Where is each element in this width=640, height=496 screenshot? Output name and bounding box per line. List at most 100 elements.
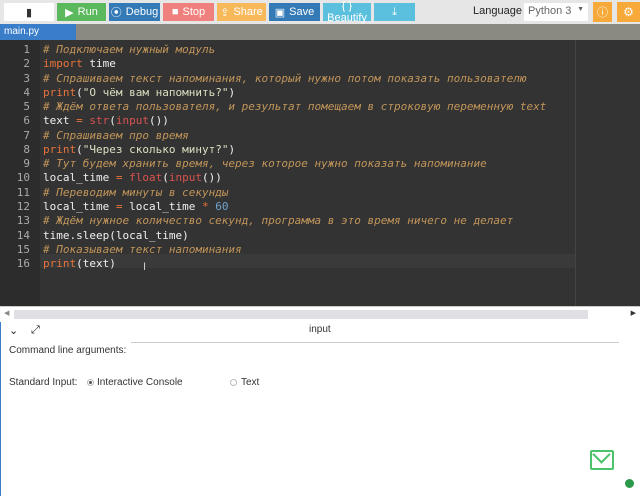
code-token-builtin: input xyxy=(116,114,149,127)
line-number: 3 xyxy=(0,72,30,86)
interactive-console-label[interactable]: Interactive Console xyxy=(97,377,183,388)
expand-icon[interactable]: ⤢ xyxy=(31,324,40,337)
code-token-kw: * xyxy=(202,200,209,213)
code-token-str: "О чём вам напомнить?" xyxy=(83,86,229,99)
settings-button[interactable]: ⚙ xyxy=(617,2,640,22)
code-token-comment: # Спрашиваем про время xyxy=(43,129,189,142)
scroll-right-icon[interactable]: ▶ xyxy=(631,309,636,317)
line-number: 13 xyxy=(0,214,30,228)
code-token-builtin: str xyxy=(89,114,109,127)
code-line[interactable]: 10local_time = float(input()) xyxy=(0,171,575,185)
language-select[interactable]: Python 3 ▼ xyxy=(524,3,588,21)
horizontal-scrollbar[interactable]: ◀ ▶ xyxy=(0,306,640,322)
code-token-plain: ( xyxy=(76,143,83,156)
code-token-plain: local_time xyxy=(43,200,116,213)
code-editor[interactable]: 1 # Подключаем нужный модуль 2 import time 3… xyxy=(0,40,640,306)
save-button[interactable]: ▣Save xyxy=(269,3,320,21)
code-token-comment: # Спрашиваем текст напоминания, который … xyxy=(43,72,526,85)
share-icon: ⇪ xyxy=(220,6,229,19)
debug-button[interactable]: ⦿ Debug xyxy=(109,3,160,21)
code-line[interactable]: 7 # Спрашиваем про время xyxy=(0,129,575,143)
tab-main-py[interactable]: main.py xyxy=(0,24,76,40)
info-button[interactable]: ⓘ xyxy=(593,2,612,22)
run-label: Run xyxy=(78,6,98,18)
code-token-plain: local_time xyxy=(122,200,201,213)
panel-title: input xyxy=(309,324,331,335)
share-button[interactable]: ⇪ Share xyxy=(217,3,266,21)
download-button[interactable]: ⤓ xyxy=(374,3,415,21)
stop-icon: ■ xyxy=(172,6,179,18)
status-dot-icon xyxy=(625,479,634,488)
beautify-button[interactable]: { } Beautify xyxy=(323,3,371,21)
text-radio[interactable] xyxy=(230,379,237,386)
code-line[interactable]: 9# Тут будем хранить время, через которо… xyxy=(0,157,575,171)
code-line[interactable]: 5# Ждём ответа пользователя, и результат… xyxy=(0,100,575,114)
code-token-kw: = xyxy=(76,114,83,127)
line-number: 11 xyxy=(0,186,30,200)
line-number: 12 xyxy=(0,200,30,214)
code-line[interactable]: 12local_time = local_time * 60 xyxy=(0,200,575,214)
code-line[interactable]: 2 import time xyxy=(0,57,575,71)
code-token-plain: time xyxy=(83,57,116,70)
caret-down-icon: ▼ xyxy=(577,6,584,13)
code-token-plain: ()) xyxy=(149,114,169,127)
code-line[interactable]: 16 print(text) xyxy=(0,257,575,271)
text-option-label[interactable]: Text xyxy=(241,377,259,388)
line-number: 9 xyxy=(0,157,30,171)
chevron-down-icon[interactable]: ⌄ xyxy=(9,324,18,337)
run-button[interactable]: ▶ Run xyxy=(57,3,106,21)
scrollbar-thumb[interactable] xyxy=(14,310,588,319)
code-line[interactable]: 6 text = str(input()) xyxy=(0,114,575,128)
code-line[interactable]: 8print("Через сколько минут?") xyxy=(0,143,575,157)
code-token-plain: time.sleep(local_time) xyxy=(43,229,189,242)
code-line[interactable]: 4print("О чём вам напомнить?") xyxy=(0,86,575,100)
mail-icon[interactable] xyxy=(590,450,614,470)
line-number: 15 xyxy=(0,243,30,257)
code-token-kw: print xyxy=(43,257,76,270)
toolbar: ▮ ▶ Run ⦿ Debug ■ Stop ⇪ Share ▣Save { } Bea… xyxy=(0,0,640,24)
code-token-builtin: input xyxy=(169,171,202,184)
code-token-kw: import xyxy=(43,57,83,70)
line-number: 6 xyxy=(0,114,30,128)
language-label: Language xyxy=(473,5,522,17)
code-line[interactable]: 11# Переводим минуты в секунды xyxy=(0,186,575,200)
share-label: Share xyxy=(233,6,262,18)
command-line-arguments-label: Command line arguments: xyxy=(9,345,126,356)
code-token-comment: # Подключаем нужный модуль xyxy=(43,43,215,56)
code-token-plain: ( xyxy=(109,114,116,127)
save-label: Save xyxy=(289,6,314,18)
code-token-plain: ) xyxy=(228,143,235,156)
code-token-kw: print xyxy=(43,86,76,99)
code-token-plain: ()) xyxy=(202,171,222,184)
code-token-comment: # Ждём ответа пользователя, и результат … xyxy=(43,100,546,113)
stop-label: Stop xyxy=(183,6,206,18)
divider xyxy=(131,342,619,343)
line-number: 16 xyxy=(0,257,30,271)
code-line[interactable]: 15 # Показываем текст напоминания xyxy=(0,243,575,257)
line-number: 7 xyxy=(0,129,30,143)
debug-label: Debug xyxy=(126,6,158,18)
code-token-comment: # Показываем текст напоминания xyxy=(43,243,242,256)
file-menu-button[interactable]: ▮ xyxy=(4,3,54,21)
code-line[interactable]: 3 # Спрашиваем текст напоминания, который… xyxy=(0,72,575,86)
code-token-plain: ( xyxy=(76,86,83,99)
code-token-comment: # Ждём нужное количество секунд, програм… xyxy=(43,214,513,227)
line-number: 1 xyxy=(0,43,30,57)
code-token-num: 60 xyxy=(215,200,228,213)
code-token-plain: (text) xyxy=(76,257,116,270)
code-token-plain: text xyxy=(43,114,76,127)
stop-button[interactable]: ■ Stop xyxy=(163,3,214,21)
line-number: 2 xyxy=(0,57,30,71)
play-icon: ▶ xyxy=(65,6,73,19)
line-number: 4 xyxy=(0,86,30,100)
gear-icon: ⚙ xyxy=(623,5,634,19)
debug-icon: ⦿ xyxy=(111,4,122,20)
language-value: Python 3 xyxy=(528,5,571,17)
code-token-str: "Через сколько минут?" xyxy=(83,143,229,156)
interactive-console-radio[interactable] xyxy=(87,379,94,386)
line-number: 10 xyxy=(0,171,30,185)
code-line[interactable]: 13 # Ждём нужное количество секунд, прогр… xyxy=(0,214,575,228)
code-line[interactable]: 14time.sleep(local_time) xyxy=(0,229,575,243)
code-line[interactable]: 1 # Подключаем нужный модуль xyxy=(0,43,575,57)
scroll-left-icon[interactable]: ◀ xyxy=(4,309,9,317)
